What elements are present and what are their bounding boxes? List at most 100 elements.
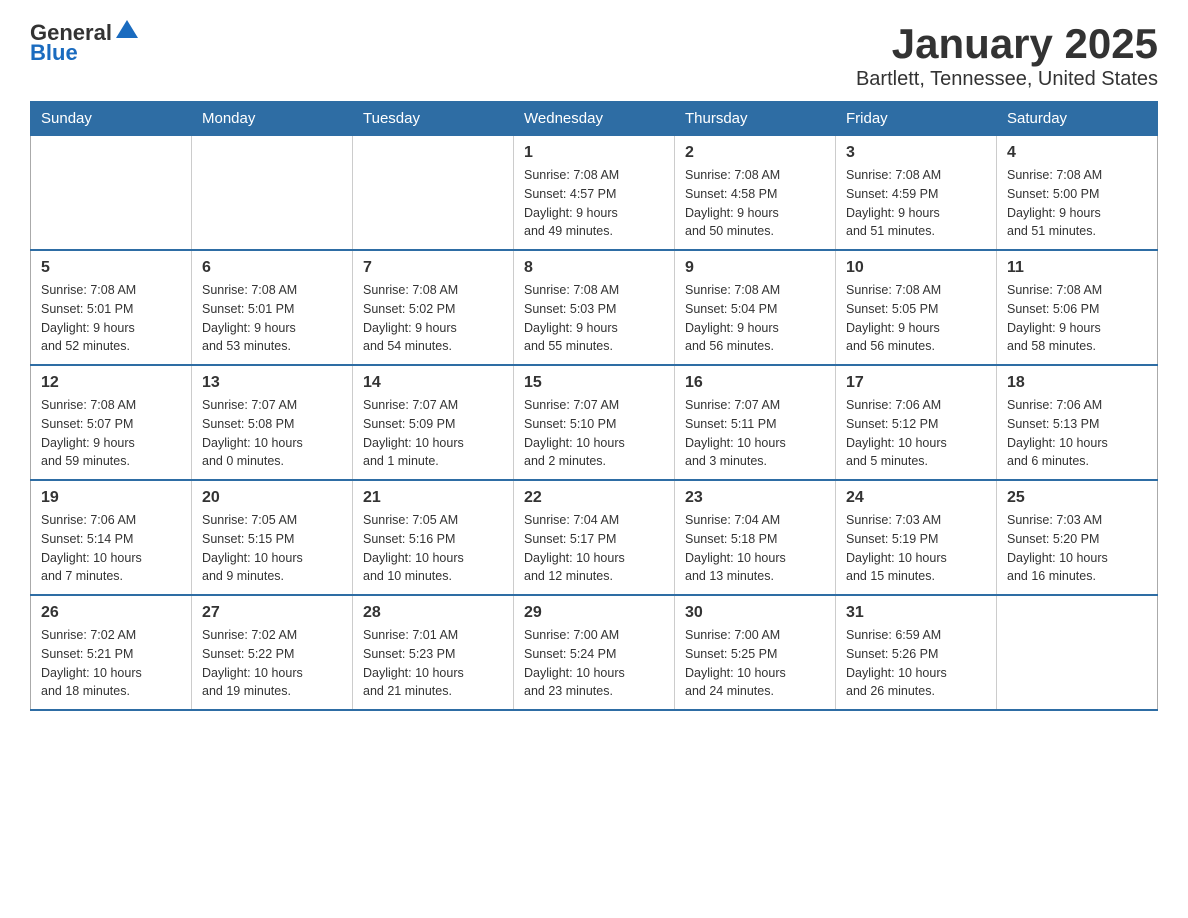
calendar-table: Sunday Monday Tuesday Wednesday Thursday…	[30, 101, 1158, 711]
col-thursday: Thursday	[675, 102, 836, 136]
calendar-day-cell: 29 Sunrise: 7:00 AMSunset: 5:24 PMDayligh…	[514, 595, 675, 710]
col-friday: Friday	[836, 102, 997, 136]
day-info: Sunrise: 7:07 AMSunset: 5:08 PMDaylight:…	[202, 396, 342, 471]
calendar-day-cell	[192, 136, 353, 251]
day-number: 5	[41, 259, 181, 277]
col-saturday: Saturday	[997, 102, 1158, 136]
calendar-day-cell: 14Sunrise: 7:07 AMSunset: 5:09 PMDayligh…	[353, 365, 514, 480]
calendar-day-cell: 9 Sunrise: 7:08 AMSunset: 5:04 PMDaylight…	[675, 250, 836, 365]
calendar-day-cell: 8 Sunrise: 7:08 AMSunset: 5:03 PMDaylight…	[514, 250, 675, 365]
day-info: Sunrise: 7:00 AMSunset: 5:25 PMDaylight:…	[685, 626, 825, 701]
page-subtitle: Bartlett, Tennessee, United States	[856, 68, 1158, 91]
calendar-week-row: 26 Sunrise: 7:02 AMSunset: 5:21 PMDayligh…	[31, 595, 1158, 710]
col-tuesday: Tuesday	[353, 102, 514, 136]
day-info: Sunrise: 7:08 AMSunset: 4:58 PMDaylight:…	[685, 166, 825, 241]
day-number: 26	[41, 604, 181, 622]
day-number: 27	[202, 604, 342, 622]
day-info: Sunrise: 7:07 AMSunset: 5:11 PMDaylight:…	[685, 396, 825, 471]
day-info: Sunrise: 7:05 AMSunset: 5:15 PMDaylight:…	[202, 511, 342, 586]
calendar-day-cell: 3 Sunrise: 7:08 AMSunset: 4:59 PMDaylight…	[836, 136, 997, 251]
day-number: 15	[524, 374, 664, 392]
day-info: Sunrise: 7:07 AMSunset: 5:09 PMDaylight:…	[363, 396, 503, 471]
day-number: 31	[846, 604, 986, 622]
day-number: 2	[685, 144, 825, 162]
day-info: Sunrise: 7:07 AMSunset: 5:10 PMDaylight:…	[524, 396, 664, 471]
day-info: Sunrise: 7:08 AMSunset: 5:03 PMDaylight:…	[524, 281, 664, 356]
day-number: 19	[41, 489, 181, 507]
calendar-header-row: Sunday Monday Tuesday Wednesday Thursday…	[31, 102, 1158, 136]
calendar-day-cell: 28Sunrise: 7:01 AMSunset: 5:23 PMDayligh…	[353, 595, 514, 710]
day-number: 28	[363, 604, 503, 622]
calendar-day-cell: 2 Sunrise: 7:08 AMSunset: 4:58 PMDaylight…	[675, 136, 836, 251]
day-info: Sunrise: 7:08 AMSunset: 5:06 PMDaylight:…	[1007, 281, 1147, 356]
calendar-day-cell: 19 Sunrise: 7:06 AMSunset: 5:14 PMDayligh…	[31, 480, 192, 595]
col-monday: Monday	[192, 102, 353, 136]
calendar-day-cell: 31 Sunrise: 6:59 AMSunset: 5:26 PMDayligh…	[836, 595, 997, 710]
calendar-day-cell: 16 Sunrise: 7:07 AMSunset: 5:11 PMDayligh…	[675, 365, 836, 480]
day-number: 10	[846, 259, 986, 277]
day-number: 18	[1007, 374, 1147, 392]
calendar-day-cell: 27 Sunrise: 7:02 AMSunset: 5:22 PMDayligh…	[192, 595, 353, 710]
calendar-day-cell: 24 Sunrise: 7:03 AMSunset: 5:19 PMDayligh…	[836, 480, 997, 595]
page-header: General Blue January 2025 Bartlett, Tenn…	[30, 20, 1158, 91]
day-info: Sunrise: 7:06 AMSunset: 5:14 PMDaylight:…	[41, 511, 181, 586]
day-info: Sunrise: 7:00 AMSunset: 5:24 PMDaylight:…	[524, 626, 664, 701]
day-number: 8	[524, 259, 664, 277]
title-block: January 2025 Bartlett, Tennessee, United…	[856, 20, 1158, 91]
day-number: 24	[846, 489, 986, 507]
day-number: 3	[846, 144, 986, 162]
day-info: Sunrise: 7:05 AMSunset: 5:16 PMDaylight:…	[363, 511, 503, 586]
day-info: Sunrise: 7:08 AMSunset: 4:59 PMDaylight:…	[846, 166, 986, 241]
day-info: Sunrise: 7:03 AMSunset: 5:19 PMDaylight:…	[846, 511, 986, 586]
day-info: Sunrise: 7:03 AMSunset: 5:20 PMDaylight:…	[1007, 511, 1147, 586]
day-info: Sunrise: 7:08 AMSunset: 5:05 PMDaylight:…	[846, 281, 986, 356]
col-wednesday: Wednesday	[514, 102, 675, 136]
day-info: Sunrise: 7:08 AMSunset: 5:02 PMDaylight:…	[363, 281, 503, 356]
calendar-day-cell: 10 Sunrise: 7:08 AMSunset: 5:05 PMDayligh…	[836, 250, 997, 365]
calendar-day-cell: 30Sunrise: 7:00 AMSunset: 5:25 PMDayligh…	[675, 595, 836, 710]
logo: General Blue	[30, 20, 138, 66]
day-number: 11	[1007, 259, 1147, 277]
day-number: 21	[363, 489, 503, 507]
calendar-day-cell: 21 Sunrise: 7:05 AMSunset: 5:16 PMDayligh…	[353, 480, 514, 595]
calendar-day-cell: 13Sunrise: 7:07 AMSunset: 5:08 PMDayligh…	[192, 365, 353, 480]
calendar-day-cell: 25 Sunrise: 7:03 AMSunset: 5:20 PMDayligh…	[997, 480, 1158, 595]
day-info: Sunrise: 6:59 AMSunset: 5:26 PMDaylight:…	[846, 626, 986, 701]
day-number: 20	[202, 489, 342, 507]
calendar-day-cell	[997, 595, 1158, 710]
calendar-day-cell: 6 Sunrise: 7:08 AMSunset: 5:01 PMDaylight…	[192, 250, 353, 365]
day-number: 29	[524, 604, 664, 622]
day-number: 6	[202, 259, 342, 277]
day-info: Sunrise: 7:02 AMSunset: 5:21 PMDaylight:…	[41, 626, 181, 701]
day-info: Sunrise: 7:06 AMSunset: 5:13 PMDaylight:…	[1007, 396, 1147, 471]
calendar-week-row: 12Sunrise: 7:08 AMSunset: 5:07 PMDayligh…	[31, 365, 1158, 480]
day-number: 16	[685, 374, 825, 392]
day-info: Sunrise: 7:04 AMSunset: 5:17 PMDaylight:…	[524, 511, 664, 586]
day-number: 17	[846, 374, 986, 392]
day-number: 9	[685, 259, 825, 277]
page-title: January 2025	[856, 20, 1158, 68]
logo-triangle-icon	[116, 18, 138, 40]
day-info: Sunrise: 7:08 AMSunset: 5:04 PMDaylight:…	[685, 281, 825, 356]
day-info: Sunrise: 7:02 AMSunset: 5:22 PMDaylight:…	[202, 626, 342, 701]
calendar-day-cell: 12Sunrise: 7:08 AMSunset: 5:07 PMDayligh…	[31, 365, 192, 480]
calendar-day-cell: 18 Sunrise: 7:06 AMSunset: 5:13 PMDayligh…	[997, 365, 1158, 480]
calendar-day-cell: 26 Sunrise: 7:02 AMSunset: 5:21 PMDayligh…	[31, 595, 192, 710]
day-info: Sunrise: 7:08 AMSunset: 4:57 PMDaylight:…	[524, 166, 664, 241]
logo-blue: Blue	[30, 40, 78, 66]
day-number: 23	[685, 489, 825, 507]
day-number: 25	[1007, 489, 1147, 507]
col-sunday: Sunday	[31, 102, 192, 136]
day-info: Sunrise: 7:06 AMSunset: 5:12 PMDaylight:…	[846, 396, 986, 471]
day-info: Sunrise: 7:08 AMSunset: 5:07 PMDaylight:…	[41, 396, 181, 471]
calendar-day-cell: 20 Sunrise: 7:05 AMSunset: 5:15 PMDayligh…	[192, 480, 353, 595]
calendar-day-cell: 23 Sunrise: 7:04 AMSunset: 5:18 PMDayligh…	[675, 480, 836, 595]
calendar-week-row: 1Sunrise: 7:08 AMSunset: 4:57 PMDaylight…	[31, 136, 1158, 251]
day-number: 22	[524, 489, 664, 507]
day-info: Sunrise: 7:08 AMSunset: 5:01 PMDaylight:…	[202, 281, 342, 356]
calendar-week-row: 5 Sunrise: 7:08 AMSunset: 5:01 PMDaylight…	[31, 250, 1158, 365]
calendar-day-cell: 17 Sunrise: 7:06 AMSunset: 5:12 PMDayligh…	[836, 365, 997, 480]
day-info: Sunrise: 7:04 AMSunset: 5:18 PMDaylight:…	[685, 511, 825, 586]
calendar-day-cell	[353, 136, 514, 251]
calendar-day-cell: 22 Sunrise: 7:04 AMSunset: 5:17 PMDayligh…	[514, 480, 675, 595]
